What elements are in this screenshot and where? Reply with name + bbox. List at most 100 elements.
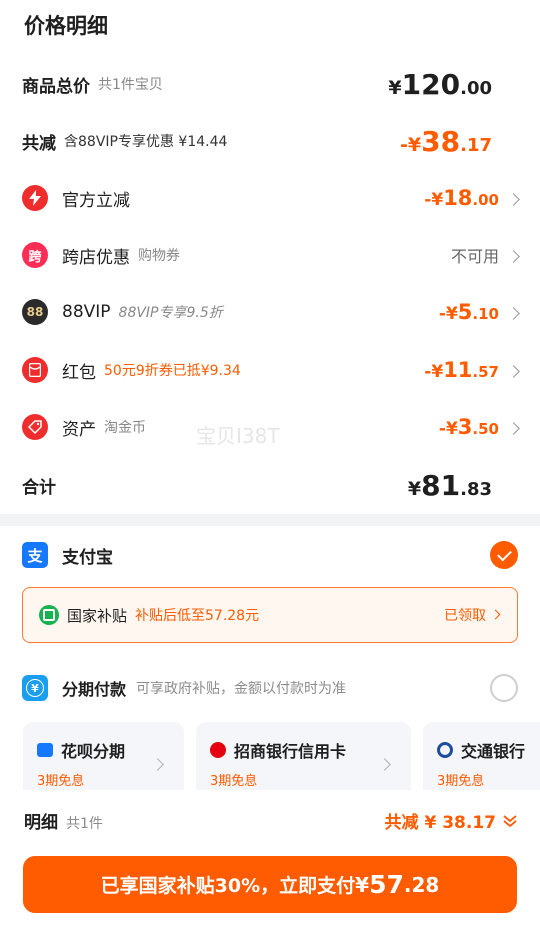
- detail-reduction[interactable]: 共减 ¥ 38.17: [385, 808, 518, 833]
- installment-label: 分期付款: [62, 680, 127, 699]
- cta-dec: .28: [403, 872, 440, 897]
- card-title: 交通银行: [437, 738, 526, 762]
- lightning-icon: [22, 185, 48, 211]
- discount-row-red-packet[interactable]: 红包 50元9折券已抵¥9.34 -¥ 11.57: [22, 352, 520, 388]
- discount-row-cross-store[interactable]: 跨 跨店优惠 购物券 不可用: [22, 237, 520, 273]
- subsidy-note: 补贴后低至57.28元: [135, 608, 260, 624]
- discount-sub: 50元9折券已抵¥9.34: [104, 363, 241, 379]
- chevron-right-icon: [507, 365, 520, 378]
- currency-symbol: -¥: [424, 362, 444, 382]
- discount-sub: 88VIP专享9.5折: [118, 305, 223, 321]
- goods-total-row: 商品总价 共1件宝贝 ¥120.00: [22, 66, 518, 102]
- discount-value: 不可用: [450, 243, 520, 267]
- chevron-right-icon: [507, 307, 520, 320]
- detail-label: 明细: [24, 813, 58, 833]
- reduction-label: 共减: [22, 133, 56, 154]
- currency-symbol: -¥: [438, 419, 458, 439]
- discount-label: 资产: [62, 419, 96, 440]
- installment-icon-glyph: ¥: [26, 679, 44, 697]
- bocom-icon: [437, 742, 453, 758]
- currency-symbol: -¥: [400, 133, 422, 156]
- cta-int: 57: [369, 870, 404, 899]
- installment-icon: ¥: [22, 675, 48, 701]
- card-note: 3期免息: [210, 774, 258, 789]
- card-label: 交通银行: [461, 742, 526, 761]
- reduction-int: 38: [421, 124, 461, 158]
- radio-unchecked[interactable]: [490, 674, 518, 702]
- installment-option[interactable]: ¥ 分期付款 可享政府补贴，金额以付款时为准: [22, 673, 518, 703]
- total-value: ¥81.83: [408, 469, 492, 502]
- alipay-icon: 支: [22, 542, 48, 568]
- total-row: 合计 ¥81.83: [22, 467, 518, 503]
- subsidy-action-label: 已领取: [444, 608, 486, 624]
- goods-count: 共1件宝贝: [98, 77, 163, 93]
- goods-total-int: 120: [401, 67, 461, 101]
- currency-symbol: ¥: [407, 477, 422, 500]
- total-int: 81: [421, 468, 461, 502]
- discount-row-88vip[interactable]: 88 88VIP 88VIP专享9.5折 -¥ 5.10: [22, 294, 520, 330]
- discount-value: -¥ 3.50: [438, 415, 520, 439]
- discount-label: 红包: [62, 362, 96, 383]
- discount-int: 3: [457, 415, 473, 439]
- discount-dec: .00: [472, 191, 499, 209]
- reduction-row: 共减 含88VIP专享优惠 ¥14.44 -¥ 38.17: [22, 123, 518, 159]
- chevron-right-icon: [507, 250, 520, 263]
- pay-now-button[interactable]: 已享国家补贴30%，立即支付 ¥ 57 .28: [23, 856, 517, 913]
- chevron-right-icon: [507, 193, 520, 206]
- tag-icon: [22, 414, 48, 440]
- subsidy-title: 国家补贴: [67, 606, 128, 625]
- discount-dec: .10: [472, 305, 499, 323]
- currency-symbol: -¥: [424, 190, 444, 210]
- subsidy-icon: [39, 605, 59, 625]
- detail-toggle[interactable]: 明细 共1件: [24, 808, 103, 833]
- unavailable-text: 不可用: [450, 247, 499, 266]
- discount-int: 5: [457, 300, 473, 324]
- discount-value: -¥ 18.00: [424, 186, 520, 210]
- currency-symbol: ¥: [388, 76, 402, 99]
- alipay-label: 支付宝: [62, 547, 113, 568]
- discount-label: 官方立减: [62, 190, 130, 211]
- total-dec: .83: [460, 478, 492, 500]
- goods-total-dec: .00: [460, 77, 492, 99]
- chevron-right-icon: [507, 422, 520, 435]
- section-divider: [0, 514, 540, 526]
- discount-sub: 购物券: [138, 248, 180, 264]
- detail-count: 共1件: [66, 816, 103, 832]
- reduction-value: -¥ 38.17: [400, 125, 492, 158]
- card-note: 3期免息: [37, 774, 85, 789]
- cmb-icon: [210, 742, 226, 758]
- discount-label: 88VIP: [62, 302, 111, 322]
- card-label: 招商银行信用卡: [234, 742, 347, 761]
- card-title: 花呗分期: [37, 738, 170, 762]
- discount-dec: .50: [472, 420, 499, 438]
- currency-symbol: -¥: [438, 304, 458, 324]
- currency-symbol: ¥: [355, 872, 370, 897]
- huabei-icon: [37, 743, 53, 757]
- card-label: 花呗分期: [61, 742, 126, 761]
- alipay-option[interactable]: 支 支付宝: [22, 540, 518, 570]
- total-label: 合计: [22, 477, 56, 498]
- discount-int: 18: [443, 186, 473, 210]
- subsidy-claimed[interactable]: 已领取: [444, 605, 501, 625]
- goods-total-label: 商品总价: [22, 76, 90, 97]
- page-title: 价格明细: [24, 14, 108, 38]
- discount-dec: .57: [472, 363, 499, 381]
- installment-note: 可享政府补贴，金额以付款时为准: [136, 681, 347, 697]
- card-note: 3期免息: [437, 774, 485, 789]
- reduction-dec: .17: [460, 134, 492, 156]
- reduction-sub: 含88VIP专享优惠 ¥14.44: [64, 134, 228, 150]
- discount-value: -¥ 5.10: [438, 300, 520, 324]
- cta-label: 已享国家补贴30%，立即支付: [100, 875, 356, 897]
- discount-row-official[interactable]: 官方立减 -¥ 18.00: [22, 180, 520, 216]
- national-subsidy-banner[interactable]: 国家补贴 补贴后低至57.28元 已领取: [22, 587, 518, 643]
- card-title: 招商银行信用卡: [210, 738, 397, 762]
- double-chevron-down-icon: [503, 814, 517, 827]
- vip88-icon: 88: [22, 299, 48, 325]
- watermark: 宝贝I38T: [196, 424, 280, 448]
- discount-int: 11: [443, 358, 473, 382]
- goods-total-value: ¥120.00: [388, 68, 492, 101]
- checked-icon[interactable]: [490, 541, 518, 569]
- chevron-right-icon: [490, 609, 501, 619]
- discount-label: 跨店优惠: [62, 247, 130, 268]
- discount-sub: 淘金币: [104, 420, 146, 436]
